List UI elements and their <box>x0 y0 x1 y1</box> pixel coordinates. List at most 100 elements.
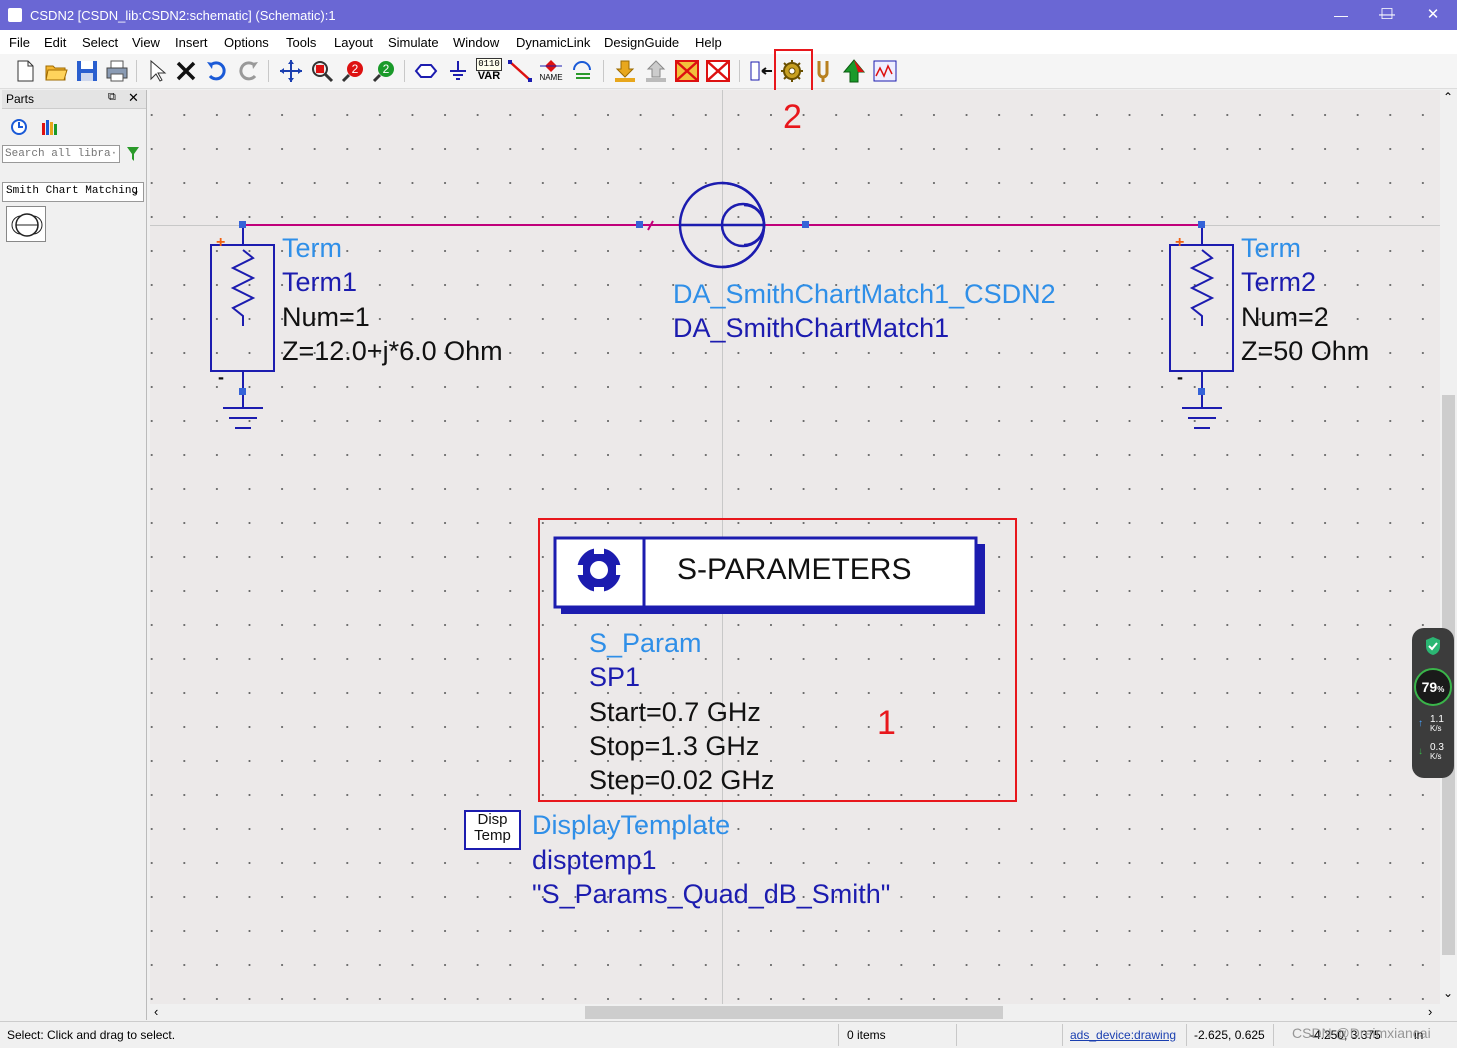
generate-layout-icon[interactable] <box>841 58 867 84</box>
menu-view[interactable]: View <box>132 35 160 50</box>
disptemp-box-line2: Temp <box>474 827 511 844</box>
term2-type-label: Term <box>1241 233 1301 263</box>
term1-top-pin <box>239 221 246 228</box>
smith-chart-part[interactable] <box>6 206 46 242</box>
smith-chart-symbol <box>678 181 766 269</box>
save-icon[interactable] <box>74 58 100 84</box>
menu-insert[interactable]: Insert <box>175 35 208 50</box>
upload-arrow-icon: ↑ <box>1418 718 1423 729</box>
term2-bottom-pin <box>1198 388 1205 395</box>
move-icon[interactable] <box>278 58 304 84</box>
new-file-icon[interactable] <box>12 58 38 84</box>
term1-minus: - <box>218 367 224 387</box>
menu-window[interactable]: Window <box>453 35 499 50</box>
undo-icon[interactable] <box>204 58 230 84</box>
history-icon[interactable] <box>10 118 28 136</box>
menu-select[interactable]: Select <box>82 35 118 50</box>
disptemp-type-label: DisplayTemplate <box>532 810 731 840</box>
term2-top-pin <box>1198 221 1205 228</box>
disptemp-name-label: disptemp1 <box>532 845 657 875</box>
term2-minus: - <box>1177 367 1183 387</box>
redo-icon[interactable] <box>235 58 261 84</box>
maximize-button[interactable]: ☐ <box>1364 0 1410 30</box>
disptemp-box-line1: Disp <box>477 811 508 828</box>
open-folder-icon[interactable] <box>43 58 69 84</box>
select-arrow-icon[interactable] <box>143 58 169 84</box>
data-display-icon[interactable] <box>872 58 898 84</box>
term1-num-label: Num=1 <box>282 302 370 332</box>
scroll-down-icon[interactable]: ⌄ <box>1443 986 1453 1000</box>
schematic-canvas[interactable]: + - + - Term Term1 Num=1 Z=12.0+j*6.0 Oh… <box>150 90 1440 1004</box>
menu-simulate[interactable]: Simulate <box>388 35 439 50</box>
upload-unit: K/s <box>1430 724 1442 733</box>
wire-icon[interactable] <box>507 58 533 84</box>
term2-plus: + <box>1175 234 1185 251</box>
shield-icon <box>1426 637 1440 655</box>
library-select-value: Smith Chart Matching <box>6 185 139 197</box>
float-panel-icon[interactable]: ⧉ <box>108 91 116 104</box>
svg-text:2: 2 <box>383 62 390 76</box>
delete-icon[interactable] <box>173 58 199 84</box>
menu-layout[interactable]: Layout <box>334 35 373 50</box>
smith-chart-part-icon <box>11 213 43 237</box>
smith-lib-label: DA_SmithChartMatch1_CSDN2 <box>673 279 1056 309</box>
parts-title: Parts <box>6 92 35 106</box>
status-bar: Select: Click and drag to select. 0 item… <box>0 1021 1457 1048</box>
name-wire-icon[interactable]: NAME <box>538 58 564 84</box>
tune-icon[interactable] <box>748 58 774 84</box>
scroll-up-icon[interactable]: ⌃ <box>1443 90 1453 104</box>
scroll-right-icon[interactable]: › <box>1428 1004 1432 1019</box>
status-layer[interactable]: ads_device:drawing <box>1070 1028 1176 1042</box>
menu-dynamiclink[interactable]: DynamicLink <box>516 35 590 50</box>
menu-edit[interactable]: Edit <box>44 35 66 50</box>
title-bar: CSDN2 [CSDN_lib:CSDN2:schematic] (Schema… <box>0 0 1457 30</box>
deactivate-icon[interactable] <box>674 58 700 84</box>
term1-plus: + <box>216 234 226 251</box>
port-icon[interactable] <box>413 58 439 84</box>
term1-type-label: Term <box>282 233 342 263</box>
simulate-highlight-box <box>774 49 813 92</box>
filter-icon[interactable] <box>126 146 140 162</box>
zoom-out-icon[interactable]: 2 <box>371 58 397 84</box>
schematic-drawing <box>210 181 1234 802</box>
parts-search-input[interactable] <box>2 145 120 163</box>
pop-out-icon[interactable] <box>643 58 669 84</box>
vertical-scrollbar[interactable]: ⌃ ⌄ <box>1440 90 1457 1004</box>
swap-icon[interactable] <box>569 58 595 84</box>
term2-z-label: Z=50 Ohm <box>1241 336 1370 366</box>
zoom-area-icon[interactable] <box>309 58 335 84</box>
smith-left-pin <box>636 221 643 228</box>
print-icon[interactable] <box>104 58 130 84</box>
term2-name-label: Term2 <box>1241 267 1317 297</box>
close-button[interactable]: ✕ <box>1410 0 1456 30</box>
window-title: CSDN2 [CSDN_lib:CSDN2:schematic] (Schema… <box>30 8 336 23</box>
menu-designguide[interactable]: DesignGuide <box>604 35 679 50</box>
minimize-button-glyph[interactable]: — <box>1318 0 1364 30</box>
zoom-in-icon[interactable]: 2 <box>340 58 366 84</box>
var-icon[interactable]: 0110 VAR <box>476 58 502 84</box>
library-icon[interactable] <box>40 118 58 136</box>
library-select[interactable]: Smith Chart Matching ⌄ <box>2 182 144 202</box>
term1-z-label: Z=12.0+j*6.0 Ohm <box>282 336 503 366</box>
toolbar: 2 2 0110 VAR NAME <box>0 49 1457 92</box>
percent-value: 79 <box>1421 679 1438 695</box>
sparam-start-label: Start=0.7 GHz <box>589 697 761 727</box>
horizontal-scroll-thumb[interactable] <box>585 1006 1003 1019</box>
network-monitor-widget[interactable]: 79% ↑ 1.1 K/s ↓ 0.3 K/s <box>1412 628 1454 778</box>
menu-help[interactable]: Help <box>695 35 722 50</box>
menu-file[interactable]: File <box>9 35 30 50</box>
push-into-icon[interactable] <box>612 58 638 84</box>
ground-icon[interactable] <box>445 58 471 84</box>
short-icon[interactable] <box>705 58 731 84</box>
status-hint: Select: Click and drag to select. <box>7 1028 176 1042</box>
app-icon <box>8 8 22 22</box>
menu-options[interactable]: Options <box>224 35 269 50</box>
close-panel-icon[interactable]: ✕ <box>128 90 139 106</box>
menu-tools[interactable]: Tools <box>286 35 316 50</box>
tuning-fork-icon[interactable] <box>810 58 836 84</box>
smith-inst-label: DA_SmithChartMatch1 <box>673 313 950 343</box>
scroll-left-icon[interactable]: ‹ <box>154 1004 158 1019</box>
menu-bar: File Edit Select View Insert Options Too… <box>0 30 1457 54</box>
horizontal-scrollbar[interactable]: ‹ › <box>150 1004 1440 1021</box>
status-items: 0 items <box>847 1028 886 1042</box>
